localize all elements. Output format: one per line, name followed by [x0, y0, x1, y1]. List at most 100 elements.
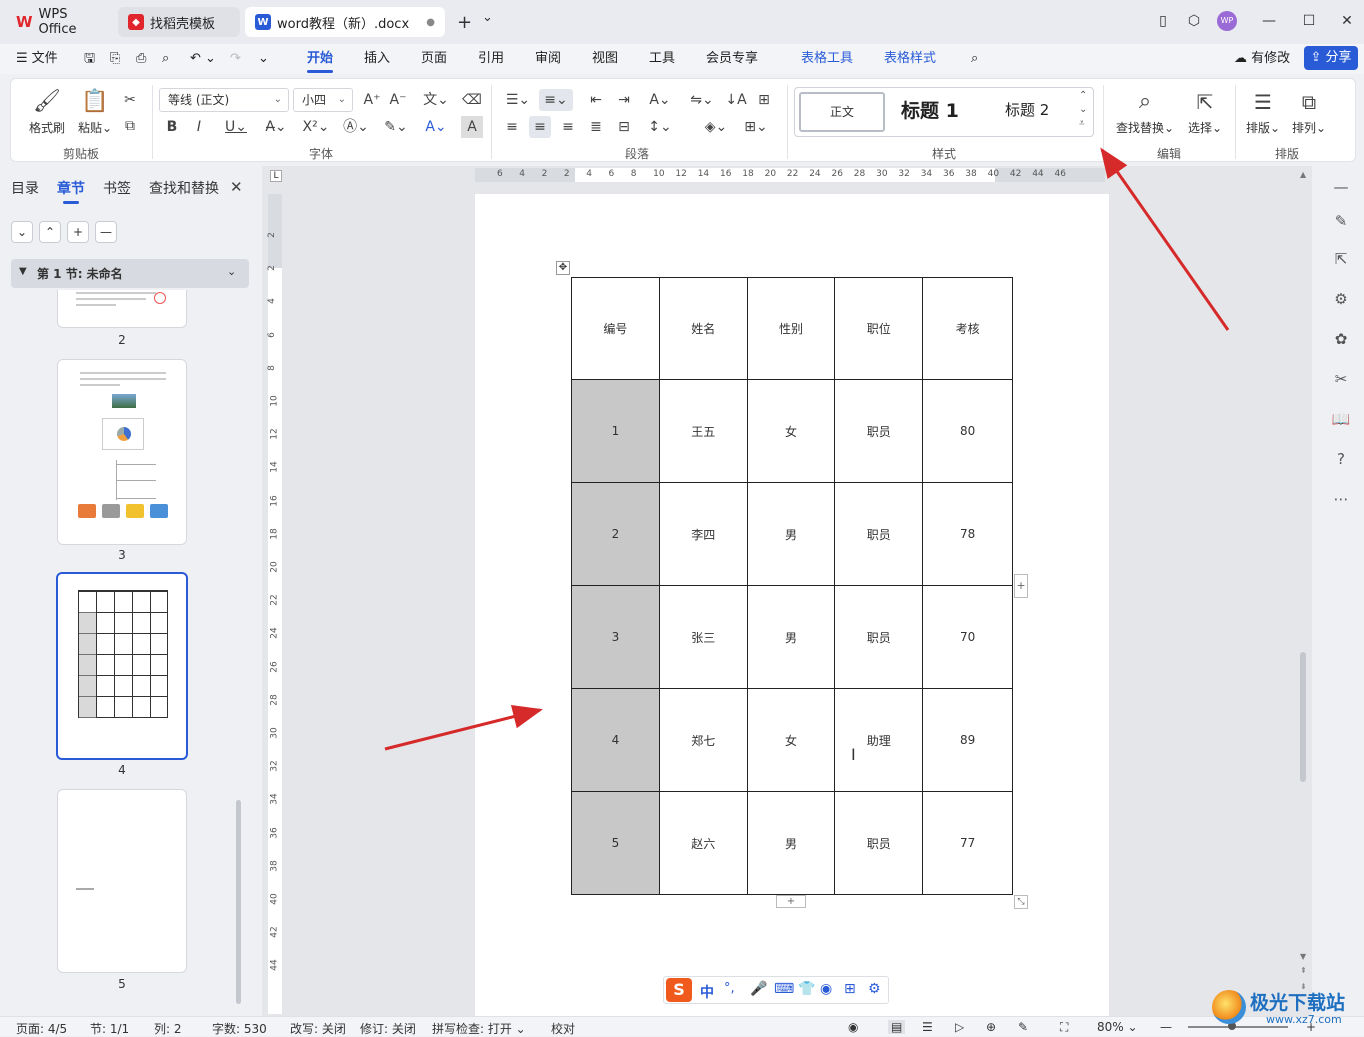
increase-indent-icon[interactable]: ⇥ [613, 89, 635, 111]
canvas-scrollbar[interactable] [1300, 652, 1306, 782]
expand-down-icon[interactable]: ⌄ [11, 221, 33, 243]
table-cell[interactable]: 89 [922, 688, 1013, 792]
superscript-icon[interactable]: X²⌄ [299, 116, 333, 138]
vertical-ruler[interactable]: 2 2 4 6 8 10 12 14 16 18 20 22 24 26 28 30 32 34 36 38 40 42 4… [267, 194, 282, 1014]
table-cell[interactable]: 助理 [834, 688, 924, 792]
chevron-up-icon[interactable]: ⌃ [1079, 90, 1087, 101]
help-icon[interactable]: ? [1330, 448, 1352, 470]
sliders-icon[interactable]: ⚙ [1330, 288, 1352, 310]
eye-protection-icon[interactable]: ◉ [848, 1020, 858, 1034]
table-cell[interactable]: 郑七 [658, 688, 748, 792]
export-pdf-icon[interactable]: ⎘ [110, 49, 120, 69]
add-column-button[interactable]: + [1014, 574, 1028, 598]
table-cell[interactable]: 赵六 [658, 791, 748, 895]
remove-section-icon[interactable]: — [95, 221, 117, 243]
table-cell[interactable]: 职员 [834, 791, 924, 895]
header-cell[interactable]: 编号 [571, 277, 660, 380]
data-table[interactable]: 编号 姓名 性别 职位 考核 1 王五 女 职员 80 2 李四 男 职员 78… [571, 277, 1013, 895]
panel-scrollbar[interactable] [236, 800, 241, 1004]
scroll-down-icon[interactable]: ▼ [1300, 952, 1306, 961]
table-cell[interactable]: 70 [922, 585, 1013, 689]
table-cell-selected[interactable]: 2 [571, 482, 660, 586]
style-normal[interactable]: 正文 [799, 92, 885, 132]
page-view-icon[interactable]: ▤ [888, 1020, 906, 1034]
cube-icon[interactable]: ⬡ [1183, 10, 1205, 32]
read-mode-icon[interactable]: ▷ [955, 1020, 964, 1034]
font-size-select[interactable]: 小四 ⌄ [293, 88, 353, 112]
outline-view-icon[interactable]: ☰ [922, 1020, 933, 1034]
copy-icon[interactable]: ⧉ [119, 115, 141, 137]
horizontal-ruler[interactable]: 6 4 2 2 4 6 8 10 12 14 16 18 20 22 24 26 28 30 32 34 36 38 40 4… [475, 168, 1105, 182]
table-cell[interactable]: 王五 [658, 379, 748, 483]
undo-icon[interactable]: ↶ ⌄ [190, 49, 216, 69]
table-cell[interactable]: 80 [922, 379, 1013, 483]
table-cell-selected[interactable]: 5 [571, 791, 660, 895]
clear-format-icon[interactable]: ⌫ [461, 89, 483, 111]
redo-icon[interactable]: ↷ [230, 49, 241, 69]
add-row-button[interactable]: + [776, 895, 806, 908]
game-icon[interactable]: ◉ [820, 981, 832, 997]
expand-styles-icon[interactable]: ⩡ [1079, 118, 1085, 129]
book-icon[interactable]: 📖 [1330, 408, 1352, 430]
page-thumbnail[interactable] [57, 789, 187, 973]
write-mode-icon[interactable]: ✎ [1018, 1020, 1028, 1034]
sogou-logo-icon[interactable]: S [666, 978, 692, 1002]
line-spacing-icon[interactable]: ↕⌄ [643, 116, 677, 138]
cursor-icon[interactable]: ⇱ [1330, 248, 1352, 270]
web-view-icon[interactable]: ⊕ [986, 1020, 996, 1034]
arrange-button[interactable]: ⧉ 排列⌄ [1289, 89, 1329, 136]
page-thumbnail[interactable] [57, 359, 187, 545]
menu-membership[interactable]: 会员专享 [706, 49, 758, 69]
tab-toc[interactable]: 目录 [11, 178, 39, 198]
collapse-up-icon[interactable]: ⌃ [39, 221, 61, 243]
table-cell-selected[interactable]: 1 [571, 379, 660, 483]
page-thumbnail-current[interactable] [56, 572, 188, 760]
pen-icon[interactable]: ✎ [1330, 210, 1352, 232]
status-track-changes[interactable]: 修订: 关闭 [360, 1020, 416, 1037]
menu-file[interactable]: ☰ 文件 [16, 49, 58, 69]
decrease-indent-icon[interactable]: ⇤ [585, 89, 607, 111]
table-cell-selected[interactable]: 3 [571, 585, 660, 689]
borders-icon[interactable]: ⊞⌄ [739, 116, 773, 138]
menu-view[interactable]: 视图 [592, 49, 618, 69]
underline-icon[interactable]: U⌄ [219, 116, 253, 138]
save-icon[interactable]: 🖫 [84, 49, 95, 69]
font-color-icon[interactable]: A⌄ [419, 116, 453, 138]
status-spell-check[interactable]: 拼写检查: 打开 ⌄ [432, 1020, 526, 1037]
keyboard-icon[interactable]: ⌨ [774, 981, 794, 997]
add-section-icon[interactable]: + [67, 221, 89, 243]
prev-page-icon[interactable]: ⇞ [1300, 966, 1307, 975]
print-preview-icon[interactable]: ⌕ [162, 49, 169, 69]
tab-wps-office[interactable]: W WPS Office [6, 7, 114, 37]
numbering-icon[interactable]: ≡⌄ [539, 89, 573, 111]
table-cell[interactable]: 职员 [834, 482, 924, 586]
table-cell[interactable]: 77 [922, 791, 1013, 895]
close-button[interactable]: ✕ [1336, 10, 1358, 32]
distributed-icon[interactable]: ⊟ [613, 116, 635, 138]
status-word-count[interactable]: 字数: 530 [212, 1020, 267, 1037]
unsaved-dot-icon[interactable]: ● [426, 17, 435, 28]
ai-assist-icon[interactable]: ✿ [1330, 328, 1352, 350]
table-cell[interactable]: 李四 [658, 482, 748, 586]
paste-button[interactable]: 📋 粘贴⌄ [75, 89, 115, 136]
table-cell[interactable]: 女 [746, 688, 836, 792]
table-cell[interactable]: 职员 [834, 379, 924, 483]
status-proofread[interactable]: 校对 [551, 1020, 575, 1037]
maximize-button[interactable]: ☐ [1298, 10, 1320, 32]
strikethrough-icon[interactable]: A̶⌄ [259, 116, 293, 138]
table-cell-selected[interactable]: 4 [571, 688, 660, 792]
sort-icon[interactable]: ↓A [725, 89, 747, 111]
find-replace-button[interactable]: ⌕ 查找替换⌄ [1113, 89, 1177, 136]
apps-grid-icon[interactable]: ⊞ [844, 981, 856, 997]
status-page[interactable]: 页面: 4/5 [16, 1020, 67, 1037]
table-cell[interactable]: 职员 [834, 585, 924, 689]
layout-button[interactable]: ☰ 排版⌄ [1243, 89, 1283, 136]
shading-icon[interactable]: ◈⌄ [699, 116, 733, 138]
header-cell[interactable]: 考核 [922, 277, 1013, 380]
menu-table-style[interactable]: 表格样式 [884, 49, 936, 69]
bullets-icon[interactable]: ☰⌄ [503, 89, 533, 111]
phonetic-icon[interactable]: 文⌄ [419, 89, 453, 111]
text-direction-icon[interactable]: ⇋⌄ [685, 89, 719, 111]
collapse-icon[interactable]: — [1330, 176, 1352, 198]
menu-page[interactable]: 页面 [421, 49, 447, 69]
